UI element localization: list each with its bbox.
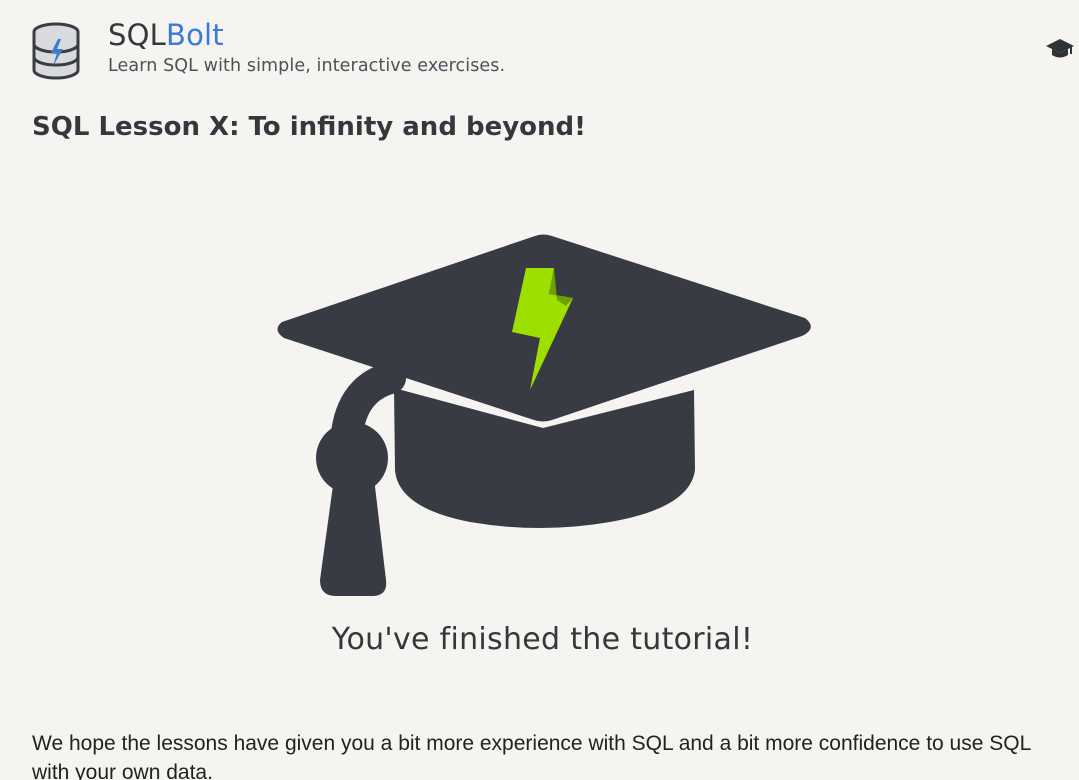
site-tagline: Learn SQL with simple, interactive exerc… xyxy=(108,56,506,76)
page-title: SQL Lesson X: To infinity and beyond! xyxy=(32,112,587,142)
site-header: SQLBolt Learn SQL with simple, interacti… xyxy=(0,0,1079,100)
graduation-cap-bolt-icon xyxy=(270,230,815,602)
finish-message: You've finished the tutorial! xyxy=(331,622,754,657)
brand-accent: Bolt xyxy=(166,18,224,52)
closing-paragraph: We hope the lessons have given you a bit… xyxy=(32,732,1031,780)
brand-prefix: SQL xyxy=(108,18,166,52)
database-bolt-icon[interactable] xyxy=(30,22,84,80)
graduation-cap-icon[interactable] xyxy=(1044,36,1076,62)
site-title[interactable]: SQLBolt xyxy=(108,16,224,54)
